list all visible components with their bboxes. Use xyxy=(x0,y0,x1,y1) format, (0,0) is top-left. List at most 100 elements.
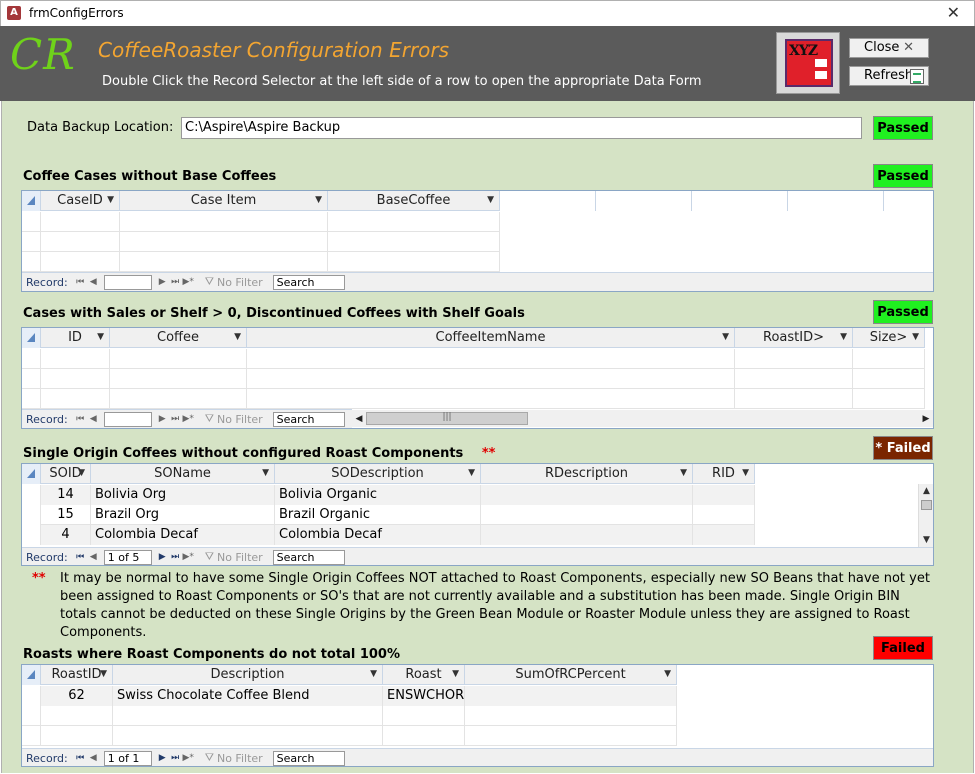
prev-record-icon[interactable]: ◀ xyxy=(87,277,100,287)
xyz-logo-button[interactable]: XYZ xyxy=(776,32,840,94)
scroll-thumb[interactable] xyxy=(366,412,528,425)
select-all-corner[interactable] xyxy=(22,665,41,685)
xyz-logo-text: XYZ xyxy=(789,43,818,59)
new-record-icon[interactable]: ▶* xyxy=(182,277,195,287)
vertical-scrollbar[interactable]: ▲ ▼ xyxy=(918,484,933,547)
section-title-single-origin: Single Origin Coffees without configured… xyxy=(23,446,496,461)
backup-location-field[interactable]: C:\Aspire\Aspire Backup xyxy=(181,117,862,139)
grid-header: SOID ▼ SOName ▼ SODescription ▼ RDescriptio… xyxy=(22,464,755,484)
column-header[interactable]: RID ▼ xyxy=(693,464,755,484)
window-titlebar: A frmConfigErrors ✕ xyxy=(0,0,975,26)
empty-column xyxy=(884,191,933,211)
column-header[interactable]: Roast ▼ xyxy=(383,665,465,685)
table-row[interactable]: 4 Colombia Decaf Colombia Decaf xyxy=(22,525,755,545)
cases-sales-grid[interactable]: ID ▼ Coffee ▼ CoffeeItemName ▼ RoastID> ▼ Si… xyxy=(21,327,934,429)
last-record-icon[interactable]: ⏭ xyxy=(169,753,182,763)
new-record-icon[interactable]: ▶* xyxy=(182,552,195,562)
scroll-left-icon[interactable]: ◀ xyxy=(352,414,366,424)
search-input[interactable]: Search xyxy=(272,549,345,565)
no-filter-button[interactable]: ⛛ No Filter xyxy=(205,412,263,426)
column-header[interactable]: SOID ▼ xyxy=(41,464,91,484)
no-filter-button[interactable]: ⛛ No Filter xyxy=(205,275,263,289)
scroll-right-icon[interactable]: ▶ xyxy=(919,414,933,424)
empty-column xyxy=(596,191,692,211)
refresh-button[interactable]: Refresh xyxy=(849,66,929,86)
column-header[interactable]: Size> ▼ xyxy=(853,328,925,348)
warning-stars: ** xyxy=(481,446,496,461)
table-row[interactable] xyxy=(22,706,677,726)
no-filter-button[interactable]: ⛛ No Filter xyxy=(205,751,263,765)
column-header[interactable]: Case Item ▼ xyxy=(120,191,328,211)
dropdown-arrow-icon: ▼ xyxy=(262,468,269,478)
dropdown-arrow-icon: ▼ xyxy=(487,195,494,205)
select-all-corner[interactable] xyxy=(22,328,41,348)
close-button[interactable]: Close ✕ xyxy=(849,38,929,58)
table-row[interactable]: 62 Swiss Chocolate Coffee Blend ENSWCHOR xyxy=(22,686,677,706)
record-position-field[interactable] xyxy=(103,274,152,290)
column-header[interactable]: Coffee ▼ xyxy=(110,328,247,348)
no-filter-button[interactable]: ⛛ No Filter xyxy=(205,550,263,564)
column-header[interactable]: SODescription ▼ xyxy=(275,464,481,484)
table-row[interactable] xyxy=(22,726,677,746)
column-header[interactable]: RDescription ▼ xyxy=(481,464,693,484)
column-header[interactable]: ID ▼ xyxy=(41,328,110,348)
next-record-icon[interactable]: ▶ xyxy=(156,414,169,424)
first-record-icon[interactable]: ⏮ xyxy=(74,277,87,287)
scroll-thumb[interactable] xyxy=(921,500,932,510)
table-row[interactable] xyxy=(22,252,500,272)
note-stars: ** xyxy=(32,571,46,586)
last-record-icon[interactable]: ⏭ xyxy=(169,552,182,562)
next-record-icon[interactable]: ▶ xyxy=(156,753,169,763)
single-origin-grid[interactable]: SOID ▼ SOName ▼ SODescription ▼ RDescriptio… xyxy=(21,463,934,566)
horizontal-scrollbar[interactable]: ◀ ▶ xyxy=(352,410,933,427)
first-record-icon[interactable]: ⏮ xyxy=(74,753,87,763)
cases-no-base-grid[interactable]: CaseID ▼ Case Item ▼ BaseCoffee ▼ Record: ⏮… xyxy=(21,190,934,292)
select-all-corner[interactable] xyxy=(22,191,41,211)
empty-column xyxy=(500,191,596,211)
new-record-icon[interactable]: ▶* xyxy=(182,414,195,424)
first-record-icon[interactable]: ⏮ xyxy=(74,414,87,424)
record-position-field[interactable]: 1 of 5 xyxy=(103,549,152,565)
table-row[interactable] xyxy=(22,389,925,409)
window-close-icon[interactable]: ✕ xyxy=(947,3,960,22)
column-header[interactable]: CaseID ▼ xyxy=(41,191,120,211)
roasts-grid[interactable]: RoastID ▼ Description ▼ Roast ▼ SumOfRCPerc… xyxy=(21,664,934,767)
record-position-field[interactable]: 1 of 1 xyxy=(103,750,152,766)
prev-record-icon[interactable]: ◀ xyxy=(87,414,100,424)
record-position-field[interactable] xyxy=(103,411,152,427)
table-row[interactable]: 15 Brazil Org Brazil Organic xyxy=(22,505,755,525)
first-record-icon[interactable]: ⏮ xyxy=(74,552,87,562)
single-origin-note: ** It may be normal to have some Single … xyxy=(32,570,932,642)
search-input[interactable]: Search xyxy=(272,750,345,766)
dropdown-arrow-icon: ▼ xyxy=(234,332,241,342)
column-header[interactable]: SumOfRCPercent ▼ xyxy=(465,665,677,685)
select-all-corner[interactable] xyxy=(22,464,41,484)
table-row[interactable] xyxy=(22,212,500,232)
record-label: Record: xyxy=(26,412,68,426)
last-record-icon[interactable]: ⏭ xyxy=(169,277,182,287)
prev-record-icon[interactable]: ◀ xyxy=(87,552,100,562)
dropdown-arrow-icon: ▼ xyxy=(664,669,671,679)
column-header[interactable]: RoastID ▼ xyxy=(41,665,113,685)
scroll-up-icon[interactable]: ▲ xyxy=(919,486,933,496)
dropdown-arrow-icon: ▼ xyxy=(97,332,104,342)
next-record-icon[interactable]: ▶ xyxy=(156,552,169,562)
column-header[interactable]: Description ▼ xyxy=(113,665,383,685)
column-header[interactable]: CoffeeItemName ▼ xyxy=(247,328,735,348)
scroll-down-icon[interactable]: ▼ xyxy=(919,535,933,545)
search-input[interactable]: Search xyxy=(272,411,345,427)
table-row[interactable] xyxy=(22,369,925,389)
column-header[interactable]: BaseCoffee ▼ xyxy=(328,191,500,211)
column-header[interactable]: SOName ▼ xyxy=(91,464,275,484)
dropdown-arrow-icon: ▼ xyxy=(370,669,377,679)
column-header[interactable]: RoastID> ▼ xyxy=(735,328,853,348)
xyz-logo-icon: XYZ xyxy=(785,39,833,87)
search-input[interactable]: Search xyxy=(272,274,345,290)
next-record-icon[interactable]: ▶ xyxy=(156,277,169,287)
prev-record-icon[interactable]: ◀ xyxy=(87,753,100,763)
table-row[interactable] xyxy=(22,232,500,252)
last-record-icon[interactable]: ⏭ xyxy=(169,414,182,424)
table-row[interactable]: 14 Bolivia Org Bolivia Organic xyxy=(22,485,755,505)
new-record-icon[interactable]: ▶* xyxy=(182,753,195,763)
table-row[interactable] xyxy=(22,349,925,369)
